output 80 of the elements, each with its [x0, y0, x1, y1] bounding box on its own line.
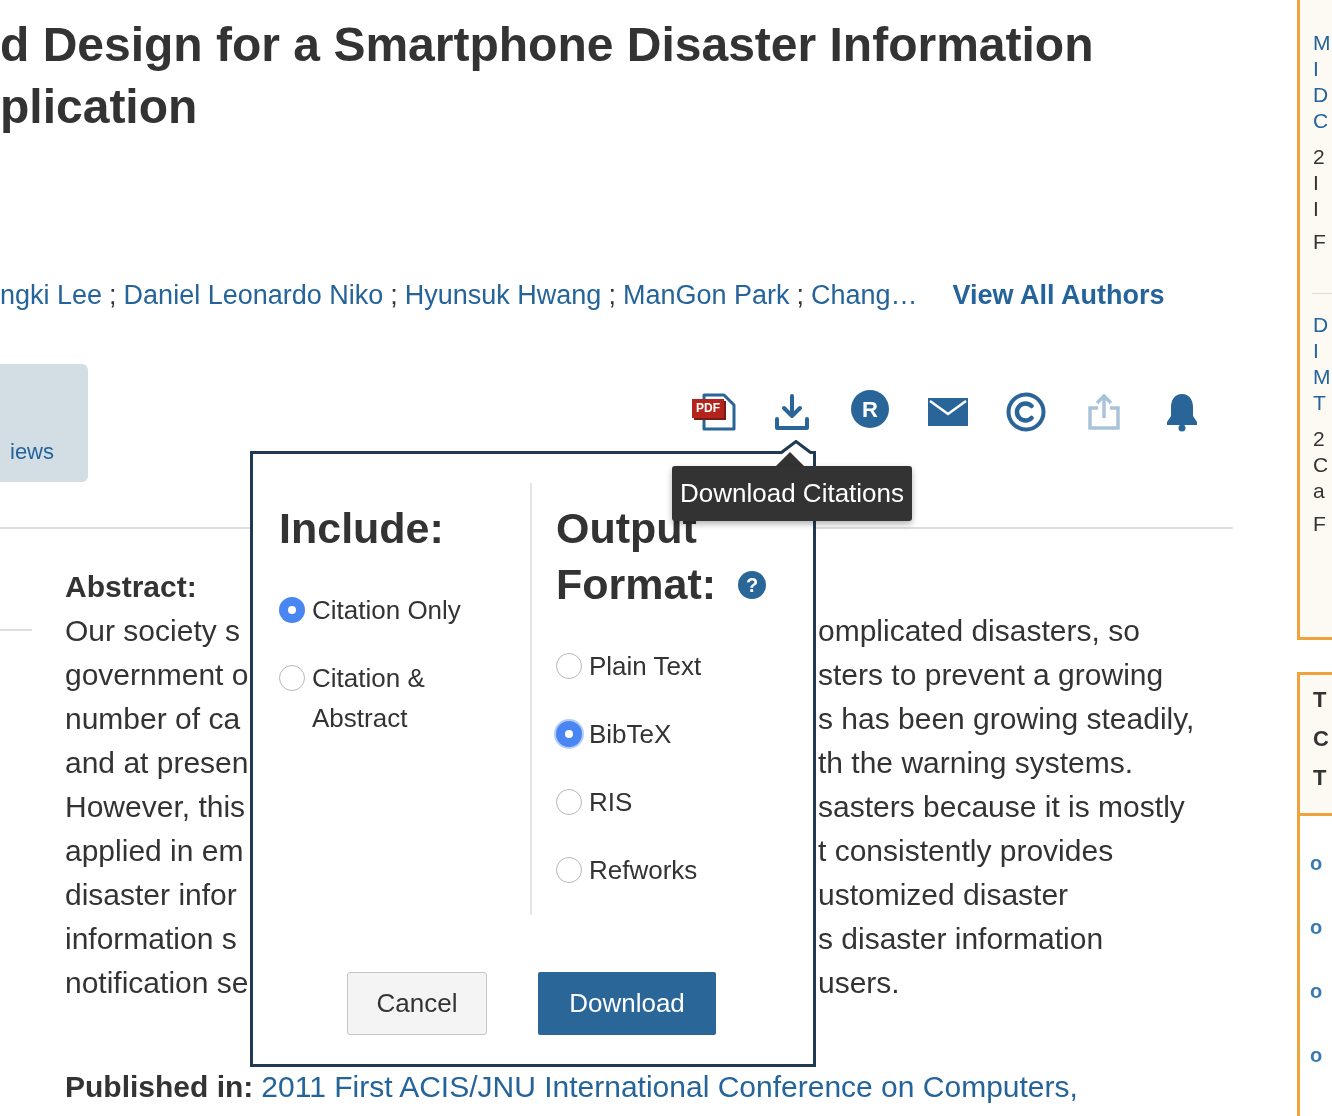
abstract-text: s has been growing steadily, — [818, 702, 1195, 735]
related-title-link[interactable]: D — [1313, 312, 1329, 338]
abstract-text: applied in em — [65, 834, 244, 867]
abstract-text: Our society s — [65, 614, 241, 647]
abstract-text: sasters because it is mostly — [818, 790, 1185, 823]
panel-heading-text: T — [1313, 764, 1327, 792]
author-link[interactable]: ManGon Park — [622, 274, 790, 316]
radio-button[interactable] — [556, 857, 582, 883]
related-meta-text: I — [1313, 196, 1319, 222]
related-meta-text: 2 — [1313, 426, 1325, 452]
conference-link[interactable]: 2011 First ACIS/JNU International Conference on Computers, — [261, 1065, 1078, 1109]
related-title-link[interactable]: D — [1313, 82, 1329, 108]
option-label[interactable]: Plain Text — [589, 646, 702, 686]
share-icon — [1086, 393, 1122, 431]
pdf-button[interactable]: PDF — [692, 390, 736, 434]
panel-item-link[interactable]: o — [1310, 850, 1323, 876]
radio-button[interactable] — [279, 597, 305, 623]
radio-button[interactable] — [556, 653, 582, 679]
panel-item-link[interactable]: o — [1310, 1042, 1323, 1068]
abstract-text: and at presen — [65, 746, 249, 779]
option-label[interactable]: BibTeX — [589, 714, 672, 754]
related-title-link[interactable]: M — [1313, 30, 1331, 56]
panel-heading-text: C — [1313, 725, 1329, 753]
section-heading: Include: — [279, 503, 444, 554]
related-footer-text: F — [1313, 511, 1326, 537]
abstract-text: notification se — [65, 966, 249, 999]
abstract-text: disaster infor — [65, 878, 237, 911]
related-meta-text: a — [1313, 478, 1325, 504]
download-icon — [774, 393, 810, 431]
abstract-text: omplicated disasters, so — [818, 614, 1140, 647]
option-label[interactable]: Citation Only — [312, 590, 461, 630]
related-title-link[interactable]: T — [1313, 390, 1326, 416]
copyright-icon — [1006, 392, 1046, 432]
download-submit-button[interactable]: Download — [538, 972, 716, 1035]
abstract-text: However, this — [65, 790, 246, 823]
related-title-link[interactable]: C — [1313, 108, 1329, 134]
radio-button[interactable] — [556, 789, 582, 815]
author-separator: ; — [608, 278, 616, 312]
abstract-text: s disaster information — [818, 922, 1104, 955]
rights-button[interactable]: R — [851, 390, 889, 428]
radio-button[interactable] — [554, 719, 584, 749]
abstract-text: government o — [65, 658, 249, 691]
envelope-icon — [928, 398, 968, 426]
panel-heading-text: T — [1313, 686, 1327, 714]
author-separator: ; — [109, 278, 117, 312]
view-all-authors-link[interactable]: View All Authors — [952, 274, 1165, 316]
abstract-text: users. — [818, 966, 900, 999]
cancel-button[interactable]: Cancel — [347, 972, 487, 1035]
abstract-text: t consistently provides — [818, 834, 1114, 867]
author-separator: ; — [796, 278, 804, 312]
option-label[interactable]: RIS — [589, 782, 633, 822]
abstract-heading: Abstract: — [65, 569, 197, 605]
metric-label[interactable]: iews — [10, 439, 54, 465]
radio-button[interactable] — [279, 665, 305, 691]
related-meta-text: C — [1313, 452, 1329, 478]
related-title-link[interactable]: I — [1313, 338, 1319, 364]
option-label[interactable]: Citation & Abstract — [312, 658, 506, 738]
related-meta-text: I — [1313, 170, 1319, 196]
panel-item-link[interactable]: o — [1310, 978, 1323, 1004]
abstract-text: ustomized disaster — [818, 878, 1069, 911]
abstract-text: th the warning systems. — [818, 746, 1134, 779]
author-link[interactable]: Daniel Leonardo Niko — [123, 274, 384, 316]
related-title-link[interactable]: M — [1313, 364, 1331, 390]
related-meta-text: 2 — [1313, 144, 1325, 170]
author-separator: ; — [390, 278, 398, 312]
abstract-text: sters to prevent a growing — [818, 658, 1164, 691]
abstract-text: information s — [65, 922, 237, 955]
related-footer-text: F — [1313, 229, 1326, 255]
copyright-button[interactable] — [1004, 390, 1048, 434]
help-icon[interactable]: ? — [738, 570, 767, 599]
related-title-link[interactable]: I — [1313, 56, 1319, 82]
author-link[interactable]: Hyunsuk Hwang — [404, 274, 602, 316]
author-link[interactable]: Chang… — [811, 274, 918, 316]
published-in-label: Published in: — [65, 1069, 254, 1105]
author-link[interactable]: ngki Lee — [0, 274, 103, 316]
panel-item-link[interactable]: o — [1310, 914, 1323, 940]
bell-icon — [1164, 392, 1200, 432]
option-label[interactable]: Refworks — [589, 850, 698, 890]
abstract-text: number of ca — [65, 702, 241, 735]
article-title: d Design for a Smartphone Disaster Information plication — [0, 17, 1094, 135]
